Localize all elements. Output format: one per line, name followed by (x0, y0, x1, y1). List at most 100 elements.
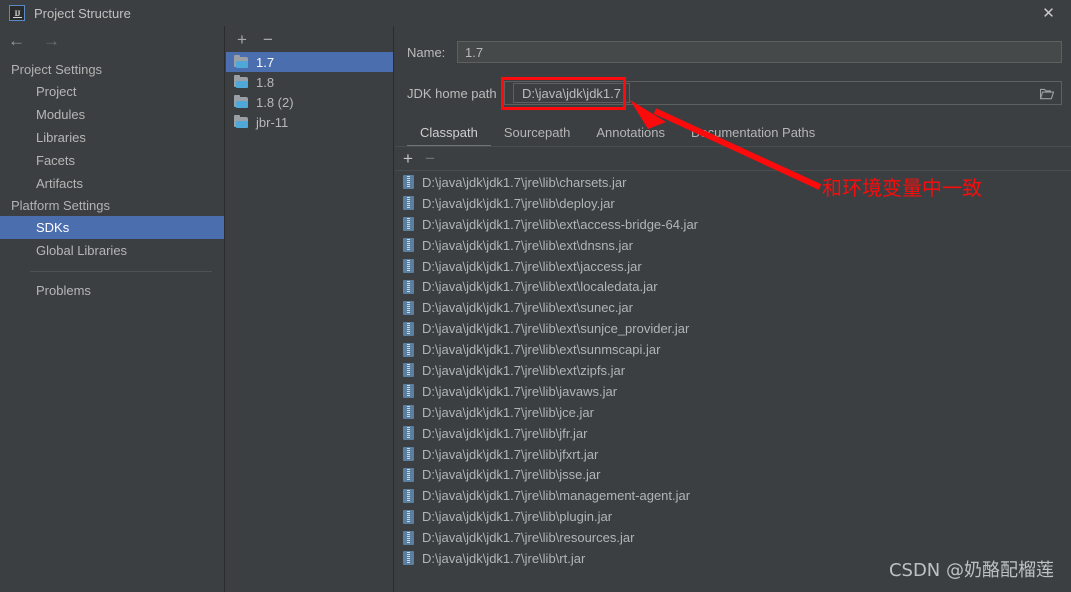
jdk-home-path-value[interactable]: D:\java\jdk\jdk1.7 (513, 83, 630, 103)
classpath-list-item[interactable]: D:\java\jdk\jdk1.7\jre\lib\plugin.jar (396, 506, 1071, 527)
classpath-list-item[interactable]: D:\java\jdk\jdk1.7\jre\lib\ext\sunec.jar (396, 297, 1071, 318)
sdk-item-label: 1.8 (256, 74, 275, 90)
classpath-entry-path: D:\java\jdk\jdk1.7\jre\lib\charsets.jar (422, 174, 627, 190)
tab-classpath[interactable]: Classpath (407, 121, 491, 147)
jar-file-icon (403, 405, 414, 420)
classpath-entry-path: D:\java\jdk\jdk1.7\jre\lib\ext\jaccess.j… (422, 258, 642, 274)
jdk-home-path-label: JDK home path (407, 85, 497, 101)
sidebar-item-problems[interactable]: Problems (0, 279, 224, 302)
classpath-entry-list[interactable]: D:\java\jdk\jdk1.7\jre\lib\charsets.jar D… (396, 172, 1071, 592)
classpath-entry-path: D:\java\jdk\jdk1.7\jre\lib\ext\sunec.jar (422, 300, 633, 316)
classpath-entry-path: D:\java\jdk\jdk1.7\jre\lib\plugin.jar (422, 509, 613, 525)
jar-file-icon (403, 217, 414, 232)
jar-file-icon (403, 175, 414, 190)
jar-file-icon (403, 488, 414, 503)
jar-file-icon (403, 342, 414, 357)
name-input[interactable]: 1.7 (457, 41, 1062, 63)
sdk-item-label: 1.8 (2) (256, 94, 294, 110)
jdk-home-path-row: JDK home path D:\java\jdk\jdk1.7 (407, 81, 1062, 105)
classpath-entry-path: D:\java\jdk\jdk1.7\jre\lib\ext\localedat… (422, 279, 658, 295)
jdk-folder-icon (234, 94, 249, 109)
classpath-entry-path: D:\java\jdk\jdk1.7\jre\lib\jsse.jar (422, 467, 601, 483)
classpath-list-item[interactable]: D:\java\jdk\jdk1.7\jre\lib\management-ag… (396, 485, 1071, 506)
nav-divider (30, 271, 212, 272)
jar-file-icon (403, 363, 414, 378)
close-icon[interactable]: ✕ (1026, 0, 1071, 26)
remove-sdk-button[interactable]: − (260, 31, 276, 48)
classpath-entry-path: D:\java\jdk\jdk1.7\jre\lib\ext\zipfs.jar (422, 362, 626, 378)
sidebar-item-project[interactable]: Project (0, 80, 224, 103)
folder-open-icon[interactable] (1039, 88, 1055, 100)
sdk-list-item-1-8-2[interactable]: 1.8 (2) (226, 92, 393, 112)
title-bar: IJ Project Structure ✕ (0, 0, 1071, 26)
sdk-item-label: jbr-11 (256, 114, 289, 130)
classpath-entry-path: D:\java\jdk\jdk1.7\jre\lib\resources.jar (422, 530, 635, 546)
classpath-list-item[interactable]: D:\java\jdk\jdk1.7\jre\lib\ext\dnsns.jar (396, 235, 1071, 256)
forward-arrow-icon[interactable]: → (43, 32, 60, 49)
watermark: CSDN @奶酪配榴莲 (888, 560, 1054, 581)
sidebar-item-global-libraries[interactable]: Global Libraries (0, 239, 224, 262)
sdk-list-panel: + − 1.7 1.8 1.8 (2) jbr-11 (226, 26, 394, 592)
sdk-list-item-jbr-11[interactable]: jbr-11 (226, 112, 393, 132)
classpath-list-item[interactable]: D:\java\jdk\jdk1.7\jre\lib\ext\zipfs.jar (396, 360, 1071, 381)
detail-tabs: Classpath Sourcepath Annotations Documen… (395, 119, 1071, 147)
sidebar-item-facets[interactable]: Facets (0, 149, 224, 172)
jar-file-icon (403, 321, 414, 336)
sidebar-item-libraries[interactable]: Libraries (0, 126, 224, 149)
left-navigation-panel: ← → Project Settings Project Modules Lib… (0, 26, 225, 592)
sdk-list-toolbar: + − (226, 26, 393, 52)
jdk-home-path-field[interactable]: D:\java\jdk\jdk1.7 (504, 81, 1062, 105)
classpath-list-item[interactable]: D:\java\jdk\jdk1.7\jre\lib\jfr.jar (396, 423, 1071, 444)
jdk-folder-icon (234, 74, 249, 89)
sidebar-item-artifacts[interactable]: Artifacts (0, 172, 224, 195)
sdk-item-label: 1.7 (256, 54, 275, 70)
sdk-detail-panel: Name: 1.7 JDK home path D:\java\jdk\jdk1… (395, 26, 1071, 592)
classpath-list-item[interactable]: D:\java\jdk\jdk1.7\jre\lib\jfxrt.jar (396, 444, 1071, 465)
sidebar-item-sdks[interactable]: SDKs (0, 216, 224, 239)
jar-file-icon (403, 426, 414, 441)
classpath-entry-path: D:\java\jdk\jdk1.7\jre\lib\management-ag… (422, 488, 691, 504)
jar-file-icon (403, 259, 414, 273)
classpath-entry-path: D:\java\jdk\jdk1.7\jre\lib\ext\access-br… (422, 216, 699, 232)
name-row: Name: 1.7 (407, 41, 1062, 63)
classpath-entry-path: D:\java\jdk\jdk1.7\jre\lib\javaws.jar (422, 383, 618, 399)
jdk-folder-icon (234, 54, 249, 69)
nav-group-project-settings: Project Settings (11, 62, 103, 77)
classpath-list-item[interactable]: D:\java\jdk\jdk1.7\jre\lib\ext\sunmscapi… (396, 339, 1071, 360)
classpath-list-item[interactable]: D:\java\jdk\jdk1.7\jre\lib\javaws.jar (396, 381, 1071, 402)
jar-file-icon (403, 509, 414, 524)
tab-sourcepath[interactable]: Sourcepath (491, 121, 584, 147)
classpath-list-item[interactable]: D:\java\jdk\jdk1.7\jre\lib\ext\localedat… (396, 276, 1071, 297)
classpath-list-item[interactable]: D:\java\jdk\jdk1.7\jre\lib\jsse.jar (396, 464, 1071, 485)
jar-file-icon (403, 238, 414, 253)
sidebar-item-modules[interactable]: Modules (0, 103, 224, 126)
classpath-list-item[interactable]: D:\java\jdk\jdk1.7\jre\lib\ext\jaccess.j… (396, 256, 1071, 277)
back-arrow-icon[interactable]: ← (8, 32, 25, 49)
jar-file-icon (403, 530, 414, 545)
jar-file-icon (403, 551, 414, 566)
jar-file-icon (403, 196, 414, 211)
tab-annotations[interactable]: Annotations (583, 121, 678, 147)
name-label: Name: (407, 44, 446, 60)
sdk-list-item-1-8[interactable]: 1.8 (226, 72, 393, 92)
classpath-entry-path: D:\java\jdk\jdk1.7\jre\lib\jfr.jar (422, 425, 588, 441)
tab-documentation-paths[interactable]: Documentation Paths (678, 121, 828, 147)
add-sdk-button[interactable]: + (234, 31, 250, 48)
classpath-list-item[interactable]: D:\java\jdk\jdk1.7\jre\lib\jce.jar (396, 402, 1071, 423)
sdk-list-item-1-7[interactable]: 1.7 (226, 52, 393, 72)
jdk-folder-icon (234, 114, 249, 129)
classpath-entry-path: D:\java\jdk\jdk1.7\jre\lib\jce.jar (422, 404, 594, 420)
classpath-entry-path: D:\java\jdk\jdk1.7\jre\lib\ext\sunjce_pr… (422, 321, 690, 337)
project-structure-dialog: IJ Project Structure ✕ ← → Project Setti… (0, 0, 1071, 592)
annotation-text: 和环境变量中一致 (822, 176, 982, 200)
classpath-list-item[interactable]: D:\java\jdk\jdk1.7\jre\lib\ext\access-br… (396, 214, 1071, 235)
jar-file-icon (403, 384, 414, 399)
classpath-toolbar: + − (395, 147, 1071, 171)
classpath-list-item[interactable]: D:\java\jdk\jdk1.7\jre\lib\resources.jar (396, 527, 1071, 548)
add-classpath-button[interactable]: + (403, 150, 413, 167)
jar-file-icon (403, 467, 414, 482)
sdk-items: 1.7 1.8 1.8 (2) jbr-11 (226, 52, 393, 132)
remove-classpath-button[interactable]: − (425, 150, 435, 167)
classpath-list-item[interactable]: D:\java\jdk\jdk1.7\jre\lib\ext\sunjce_pr… (396, 318, 1071, 339)
intellij-idea-icon: IJ (9, 5, 25, 21)
